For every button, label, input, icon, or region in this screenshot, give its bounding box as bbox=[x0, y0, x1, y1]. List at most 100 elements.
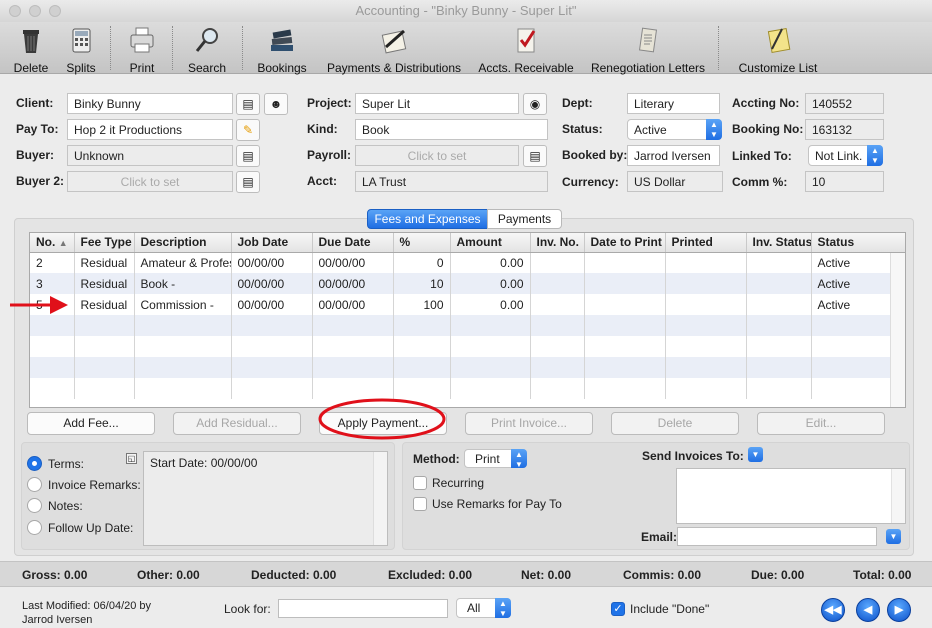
col-inv-status[interactable]: Inv. Status bbox=[746, 233, 812, 253]
zoom-window-button[interactable] bbox=[49, 5, 61, 17]
magnifier-icon bbox=[195, 28, 218, 52]
col-date-to-print[interactable]: Date to Print bbox=[584, 233, 666, 253]
bookings-toolbar-button[interactable]: Bookings bbox=[250, 22, 314, 75]
bookedby-field[interactable]: Jarrod Iversen bbox=[627, 145, 720, 166]
col-amount[interactable]: Amount bbox=[450, 233, 531, 253]
minimize-window-button[interactable] bbox=[29, 5, 41, 17]
first-record-button[interactable]: ◀◀ bbox=[821, 598, 845, 622]
payroll-field[interactable]: Click to set bbox=[355, 145, 519, 166]
email-field[interactable] bbox=[677, 527, 877, 546]
send-invoices-label: Send Invoices To: bbox=[642, 449, 744, 463]
splits-toolbar-button[interactable]: Splits bbox=[58, 22, 104, 75]
payto-edit-button[interactable]: ✎ bbox=[236, 119, 260, 141]
col-percent[interactable]: % bbox=[393, 233, 451, 253]
window-title: Accounting - "Binky Bunny - Super Lit" bbox=[355, 3, 577, 18]
project-reel-button[interactable]: ◉ bbox=[523, 93, 547, 115]
terms-label: Terms: bbox=[48, 457, 84, 471]
previous-icon: ◀ bbox=[863, 604, 873, 616]
table-row[interactable]: 3 Residual Book -00/00/00 00/00/00 10 0.00 Act… bbox=[30, 273, 905, 294]
tab-payments[interactable]: Payments bbox=[487, 209, 562, 229]
notes-radio[interactable] bbox=[27, 498, 42, 513]
books-icon bbox=[271, 29, 293, 51]
print-invoice-button[interactable]: Print Invoice... bbox=[465, 412, 593, 435]
client-contact-button[interactable]: ☻ bbox=[264, 93, 288, 115]
window-titlebar: Accounting - "Binky Bunny - Super Lit" bbox=[0, 0, 932, 22]
customize-list-toolbar-button[interactable]: Customize List bbox=[732, 22, 824, 75]
payto-field[interactable]: Hop 2 it Productions bbox=[67, 119, 233, 140]
send-invoices-scrollbar[interactable] bbox=[891, 469, 905, 523]
follow-up-radio[interactable] bbox=[27, 520, 42, 535]
buyer2-field[interactable]: Click to set bbox=[67, 171, 233, 192]
expand-icon[interactable]: ◱ bbox=[126, 453, 137, 464]
currency-field[interactable]: US Dollar bbox=[627, 171, 723, 192]
client-label: Client: bbox=[16, 96, 54, 110]
project-field[interactable]: Super Lit bbox=[355, 93, 519, 114]
edit-fee-button[interactable]: Edit... bbox=[757, 412, 885, 435]
client-field[interactable]: Binky Bunny bbox=[67, 93, 233, 114]
toolbar-separator bbox=[172, 26, 173, 70]
col-due-date[interactable]: Due Date bbox=[312, 233, 394, 253]
acct-field[interactable]: LA Trust bbox=[355, 171, 548, 192]
include-done-label: Include "Done" bbox=[630, 602, 710, 616]
payroll-label: Payroll: bbox=[307, 148, 352, 162]
email-dropdown[interactable]: ▼ bbox=[886, 529, 901, 544]
col-fee-type[interactable]: Fee Type bbox=[74, 233, 135, 253]
payments-distributions-toolbar-button[interactable]: Payments & Distributions bbox=[322, 22, 466, 75]
buyer-lookup-button[interactable]: ▤ bbox=[236, 145, 260, 167]
bookedby-label: Booked by: bbox=[562, 148, 628, 162]
status-select[interactable]: Active ▲ ▼ bbox=[627, 119, 722, 140]
table-row[interactable]: 2ResidualAmateur & Professional00/00/000… bbox=[30, 252, 905, 273]
notes-textarea[interactable]: Start Date: 00/00/00 bbox=[143, 451, 388, 546]
col-job-date[interactable]: Job Date bbox=[231, 233, 313, 253]
excluded-total: Excluded: 0.00 bbox=[388, 568, 473, 582]
buyer2-lookup-button[interactable]: ▤ bbox=[236, 171, 260, 193]
col-description[interactable]: Description bbox=[134, 233, 232, 253]
tab-fees-and-expenses[interactable]: Fees and Expenses bbox=[367, 209, 488, 229]
last-modified-line1: Last Modified: 06/04/20 by bbox=[22, 600, 152, 612]
recurring-checkbox[interactable] bbox=[413, 476, 427, 490]
client-lookup-button[interactable]: ▤ bbox=[236, 93, 260, 115]
col-status[interactable]: Status bbox=[811, 233, 905, 253]
filter-select[interactable]: All ▲ ▼ bbox=[456, 598, 511, 618]
col-inv-no[interactable]: Inv. No. bbox=[530, 233, 585, 253]
print-toolbar-button[interactable]: Print bbox=[118, 22, 166, 75]
col-no[interactable]: No. ▲ bbox=[30, 233, 75, 253]
lookup-icon: ▤ bbox=[529, 149, 541, 163]
table-row[interactable]: 5ResidualCommission -00/00/0000/00/00100… bbox=[30, 294, 905, 315]
delete-fee-button[interactable]: Delete bbox=[611, 412, 739, 435]
terms-radio[interactable] bbox=[27, 456, 42, 471]
payroll-lookup-button[interactable]: ▤ bbox=[523, 145, 547, 167]
add-fee-button[interactable]: Add Fee... bbox=[27, 412, 155, 435]
table-scrollbar[interactable] bbox=[890, 253, 905, 407]
method-label: Method: bbox=[413, 452, 460, 466]
invoice-remarks-radio[interactable] bbox=[27, 477, 42, 492]
grand-total: Total: 0.00 bbox=[853, 568, 912, 582]
comm-field[interactable]: 10 bbox=[805, 171, 884, 192]
lookup-icon: ▤ bbox=[242, 175, 254, 189]
status-label: Status: bbox=[562, 122, 603, 136]
use-remarks-checkbox[interactable] bbox=[413, 497, 427, 511]
dept-field[interactable]: Literary bbox=[627, 93, 720, 114]
accting-field: 140552 bbox=[805, 93, 884, 114]
close-window-button[interactable] bbox=[9, 5, 21, 17]
buyer-field[interactable]: Unknown bbox=[67, 145, 233, 166]
add-residual-button[interactable]: Add Residual... bbox=[173, 412, 301, 435]
email-label: Email: bbox=[641, 530, 678, 544]
linked-label: Linked To: bbox=[732, 149, 792, 163]
kind-field[interactable]: Book bbox=[355, 119, 548, 140]
look-for-input[interactable] bbox=[278, 599, 448, 618]
col-printed[interactable]: Printed bbox=[665, 233, 747, 253]
search-toolbar-button[interactable]: Search bbox=[182, 22, 232, 75]
method-select[interactable]: Print ▲ ▼ bbox=[464, 449, 527, 469]
previous-record-button[interactable]: ◀ bbox=[856, 598, 880, 622]
send-invoices-dropdown[interactable]: ▼ bbox=[748, 447, 763, 462]
follow-up-label: Follow Up Date: bbox=[48, 521, 134, 535]
include-done-checkbox[interactable]: ✓ bbox=[611, 602, 625, 616]
linked-select[interactable]: Not Link. ▲ ▼ bbox=[808, 145, 883, 166]
renegotiation-letters-toolbar-button[interactable]: Renegotiation Letters bbox=[586, 22, 710, 75]
delete-toolbar-button[interactable]: Delete bbox=[6, 22, 56, 75]
accts-receivable-toolbar-button[interactable]: Accts. Receivable bbox=[474, 22, 578, 75]
send-invoices-list[interactable] bbox=[676, 468, 906, 524]
next-record-button[interactable]: ▶ bbox=[887, 598, 911, 622]
notes-scrollbar[interactable] bbox=[373, 452, 387, 545]
